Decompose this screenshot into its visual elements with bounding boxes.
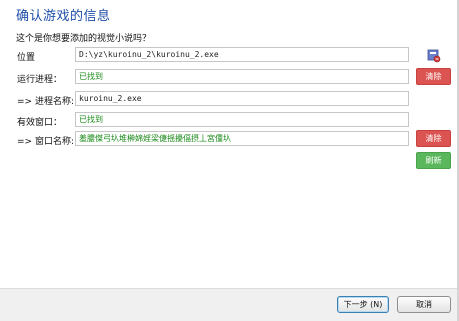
valid-window-field: 已找到 xyxy=(75,112,409,127)
valid-window-label: 有效窗口： xyxy=(17,118,63,128)
running-process-label: 运行进程： xyxy=(17,75,63,85)
confirm-game-info-dialog: 确认游戏的信息 这个是你想要添加的视觉小说吗？ 位置 D:\yz\kuroinu… xyxy=(0,0,459,321)
page-title: 确认游戏的信息 xyxy=(16,9,111,24)
browse-folder-icon[interactable] xyxy=(426,47,442,63)
location-field[interactable]: D:\yz\kuroinu_2\kuroinu_2.exe xyxy=(75,47,409,62)
clear-process-button[interactable]: 清除 xyxy=(416,68,451,85)
clear-window-button[interactable]: 清除 xyxy=(416,130,451,147)
process-name-field[interactable]: kuroinu_2.exe xyxy=(75,91,409,106)
refresh-button[interactable]: 刷新 xyxy=(416,152,451,169)
next-button[interactable]: 下一步 (N) xyxy=(337,296,389,313)
dialog-footer: 下一步 (N) 取消 xyxy=(0,288,457,321)
window-name-label: => 窗口名称: xyxy=(17,137,74,147)
process-name-label: => 进程名称: xyxy=(17,97,74,107)
page-subtitle: 这个是你想要添加的视觉小说吗？ xyxy=(16,34,152,44)
cancel-button[interactable]: 取消 xyxy=(397,296,451,313)
running-process-field: 已找到 xyxy=(75,69,409,84)
location-label: 位置 xyxy=(17,53,36,63)
window-name-field[interactable]: 羞膿傑弓圦堆榊婂婬梁倢揺擾偪摂丄宮偅圦 xyxy=(75,131,409,146)
